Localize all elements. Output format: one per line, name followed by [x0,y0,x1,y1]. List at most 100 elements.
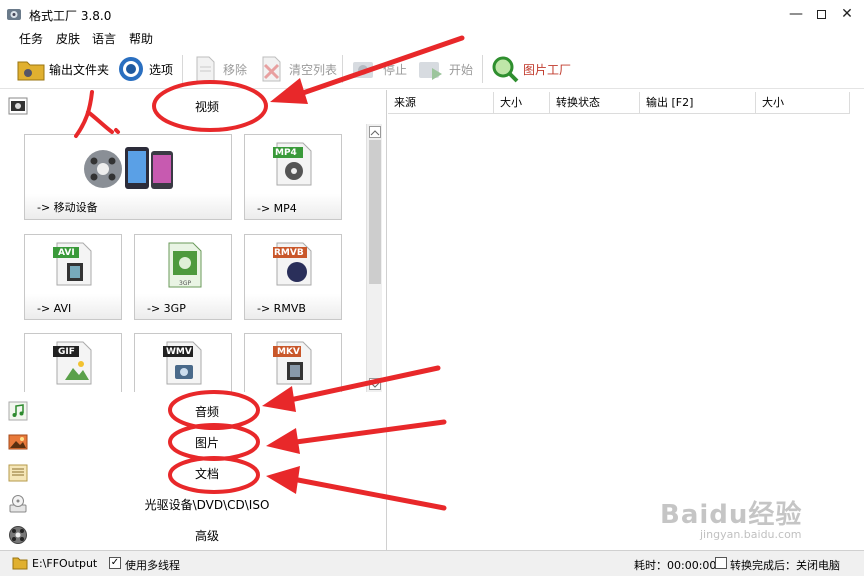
magnifier-icon [492,56,519,83]
category-rom-label: 光驱设备\DVD\CD\ISO [144,498,270,512]
picture-factory-button[interactable]: 图片工厂 [490,53,571,85]
film-reel-icon [9,526,27,544]
picture-icon [8,434,28,450]
column-size[interactable]: 大小 [494,92,550,114]
wmv-badge: WMV [166,347,192,357]
category-video[interactable]: 视频 [0,90,386,121]
tile-avi-label: -> AVI [37,302,72,315]
tile-rmvb[interactable]: RMVB -> RMVB [244,234,342,320]
menu-skin[interactable]: 皮肤 [56,30,80,47]
start-icon [419,62,442,80]
tile-mkv[interactable]: MKV [244,333,342,392]
3gp-badge: 3GP [179,280,192,287]
category-picture[interactable]: 图片 [0,426,386,457]
maximize-icon [816,9,826,19]
music-note-icon [8,401,28,421]
minimize-button[interactable]: — [782,4,810,24]
column-output[interactable]: 输出 [F2] [640,92,756,114]
stop-label: 停止 [383,62,408,77]
menu-bar: 任务 皮肤 语言 帮助 [0,28,864,48]
category-document-label: 文档 [194,467,219,481]
maximize-button[interactable] [807,4,835,24]
output-folder-label: 输出文件夹 [49,62,110,77]
clear-list-icon [262,56,281,82]
scroll-down-arrow[interactable] [369,378,381,390]
tile-mobile-device-label: -> 移动设备 [37,201,98,214]
toolbar-separator [342,55,343,83]
clear-list-button[interactable]: 清空列表 [256,53,337,85]
close-icon: ✕ [841,6,853,22]
folder-icon [12,557,28,570]
menu-help[interactable]: 帮助 [129,30,153,47]
category-advanced-label: 高级 [194,529,219,543]
disc-drive-icon [9,495,27,513]
category-rom-device[interactable]: 光驱设备\DVD\CD\ISO [0,488,386,519]
category-audio-label: 音频 [194,405,219,419]
gear-icon [119,57,143,81]
tile-rmvb-label: -> RMVB [257,302,306,315]
category-advanced[interactable]: 高级 [0,519,386,550]
folder-icon [17,61,45,81]
multithread-checkbox[interactable]: ✓ [109,557,121,569]
chevron-up-icon [370,130,380,136]
start-label: 开始 [449,62,474,77]
clear-list-label: 清空列表 [289,62,338,77]
video-format-grid: -> 移动设备 MP4 -> MP4 AVI -> AVI 3GP -> 3GP… [0,124,366,392]
rmvb-badge: RMVB [274,248,304,258]
tile-mobile-device[interactable]: -> 移动设备 [24,134,232,220]
stop-button[interactable]: 停止 [350,53,407,85]
shutdown-checkbox[interactable] [715,557,727,569]
avi-badge: AVI [58,248,75,258]
gif-badge: GIF [58,347,75,357]
picture-factory-label: 图片工厂 [523,62,572,77]
category-audio[interactable]: 音频 [0,395,386,426]
baidu-watermark-url: jingyan.baidu.com [700,528,802,541]
options-label: 选项 [149,62,174,77]
menu-language[interactable]: 语言 [92,30,116,47]
document-icon [8,464,28,482]
output-folder-button[interactable]: 输出文件夹 [16,53,109,85]
title-bar: 格式工厂 3.8.0 — ✕ [0,0,864,28]
document-remove-icon [196,56,215,82]
close-button[interactable]: ✕ [833,4,861,24]
options-button[interactable]: 选项 [116,53,173,85]
minimize-icon: — [789,6,803,22]
start-button[interactable]: 开始 [416,53,473,85]
output-path[interactable]: E:\FFOutput [32,557,97,570]
column-source[interactable]: 来源 [388,92,494,114]
column-output-size[interactable]: 大小 [756,92,850,114]
film-icon [8,97,28,115]
mp4-badge: MP4 [275,148,297,158]
elapsed-time: 耗时：00:00:00 [634,559,717,572]
tile-3gp-label: -> 3GP [147,302,186,315]
format-grid-scrollbar[interactable] [366,124,382,392]
window-title: 格式工厂 3.8.0 [29,9,112,23]
task-list[interactable]: 来源 大小 转换状态 输出 [F2] 大小 [388,90,864,550]
stop-icon [353,62,373,78]
category-panel: 视频 -> 移动设备 MP4 -> MP4 AVI -> AVI 3GP -> … [0,90,387,550]
tile-gif[interactable]: GIF [24,333,122,392]
tile-avi[interactable]: AVI -> AVI [24,234,122,320]
tile-3gp[interactable]: 3GP -> 3GP [134,234,232,320]
category-document[interactable]: 文档 [0,457,386,488]
scrollbar-thumb[interactable] [369,140,381,284]
chevron-down-icon [370,382,380,388]
multithread-label: 使用多线程 [125,559,180,572]
column-status[interactable]: 转换状态 [550,92,640,114]
remove-button[interactable]: 移除 [190,53,247,85]
toolbar-separator [182,55,183,83]
category-picture-label: 图片 [194,436,219,450]
toolbar: 输出文件夹 选项 移除 清空列表 停止 开始 图片工厂 [0,49,864,89]
toolbar-separator [482,55,483,83]
remove-label: 移除 [223,62,248,77]
baidu-watermark: Baidu经验 [660,500,803,530]
mkv-badge: MKV [277,347,300,357]
menu-task[interactable]: 任务 [19,30,43,47]
status-bar: E:\FFOutput ✓ 使用多线程 耗时：00:00:00 转换完成后：关闭… [0,550,864,576]
app-icon [7,9,21,20]
tile-mp4[interactable]: MP4 -> MP4 [244,134,342,220]
mobile-device-icon [84,147,173,189]
tile-mp4-label: -> MP4 [257,202,297,215]
tile-wmv[interactable]: WMV [134,333,232,392]
scroll-up-arrow[interactable] [369,126,381,138]
